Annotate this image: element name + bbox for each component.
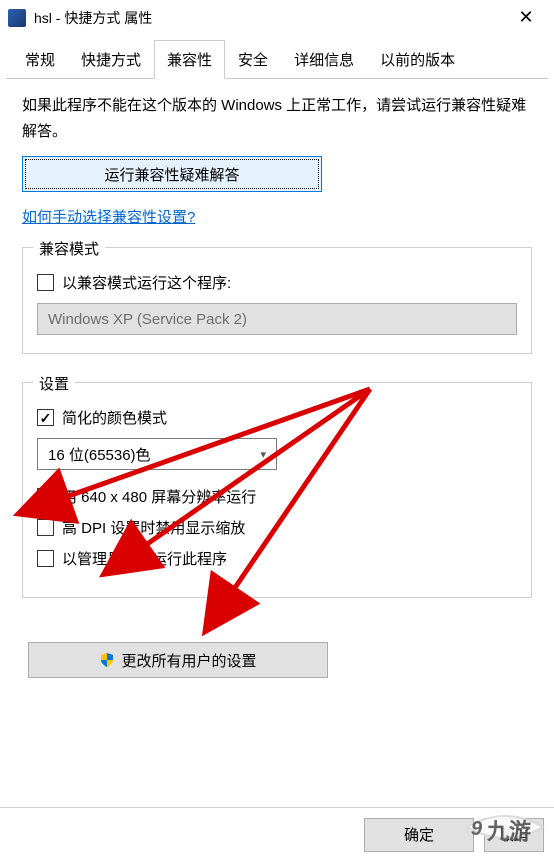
close-button[interactable]: ✕	[506, 2, 546, 34]
compat-mode-checkbox-row[interactable]: 以兼容模式运行这个程序:	[37, 272, 517, 293]
compatibility-mode-group: 兼容模式 以兼容模式运行这个程序: Windows XP (Service Pa…	[22, 247, 532, 354]
shield-icon	[99, 652, 115, 668]
change-all-users-button[interactable]: 更改所有用户的设置	[28, 642, 328, 678]
high-dpi-row[interactable]: 高 DPI 设置时禁用显示缩放	[37, 517, 517, 538]
compat-mode-combo: Windows XP (Service Pack 2) ▾	[37, 303, 517, 335]
compat-mode-label: 以兼容模式运行这个程序:	[62, 272, 231, 293]
tab-compatibility[interactable]: 兼容性	[154, 40, 225, 79]
resolution-640-checkbox[interactable]	[37, 488, 54, 505]
group-legend: 兼容模式	[33, 238, 105, 259]
window-title: hsl - 快捷方式 属性	[34, 8, 506, 28]
change-all-users-label: 更改所有用户的设置	[121, 650, 256, 671]
tab-security[interactable]: 安全	[225, 40, 281, 78]
resolution-640-row[interactable]: 用 640 x 480 屏幕分辨率运行	[37, 486, 517, 507]
tab-strip: 常规 快捷方式 兼容性 安全 详细信息 以前的版本	[6, 36, 548, 79]
high-dpi-checkbox[interactable]	[37, 519, 54, 536]
color-depth-combo[interactable]: 16 位(65536)色 ▾	[37, 438, 277, 470]
tab-content: 如果此程序不能在这个版本的 Windows 上正常工作，请尝试运行兼容性疑难解答…	[0, 79, 554, 692]
compat-mode-combo-value: Windows XP (Service Pack 2)	[48, 311, 247, 328]
app-icon	[8, 9, 26, 27]
svg-text:9: 9	[471, 818, 483, 840]
watermark-logo: 九游 9	[457, 799, 552, 859]
reduced-color-label: 简化的颜色模式	[62, 407, 167, 428]
chevron-down-icon: ▾	[260, 448, 266, 461]
high-dpi-label: 高 DPI 设置时禁用显示缩放	[62, 517, 245, 538]
tab-details[interactable]: 详细信息	[281, 40, 367, 78]
tab-general[interactable]: 常规	[12, 40, 68, 78]
run-as-admin-label: 以管理员身份运行此程序	[62, 548, 227, 569]
manual-settings-link[interactable]: 如何手动选择兼容性设置?	[22, 206, 195, 227]
tab-shortcut[interactable]: 快捷方式	[68, 40, 154, 78]
run-as-admin-checkbox[interactable]	[37, 550, 54, 567]
compat-mode-checkbox[interactable]	[37, 274, 54, 291]
color-depth-value: 16 位(65536)色	[48, 444, 151, 465]
run-troubleshooter-button[interactable]: 运行兼容性疑难解答	[22, 156, 322, 192]
tab-previous-versions[interactable]: 以前的版本	[367, 40, 468, 78]
resolution-640-label: 用 640 x 480 屏幕分辨率运行	[62, 486, 256, 507]
svg-text:九游: 九游	[486, 819, 531, 844]
title-bar: hsl - 快捷方式 属性 ✕	[0, 0, 554, 36]
settings-group: 设置 简化的颜色模式 16 位(65536)色 ▾ 用 640 x 480 屏幕…	[22, 382, 532, 598]
run-as-admin-row[interactable]: 以管理员身份运行此程序	[37, 548, 517, 569]
description-text: 如果此程序不能在这个版本的 Windows 上正常工作，请尝试运行兼容性疑难解答…	[22, 93, 532, 144]
reduced-color-row[interactable]: 简化的颜色模式	[37, 407, 517, 428]
reduced-color-checkbox[interactable]	[37, 409, 54, 426]
group-legend: 设置	[33, 373, 75, 394]
